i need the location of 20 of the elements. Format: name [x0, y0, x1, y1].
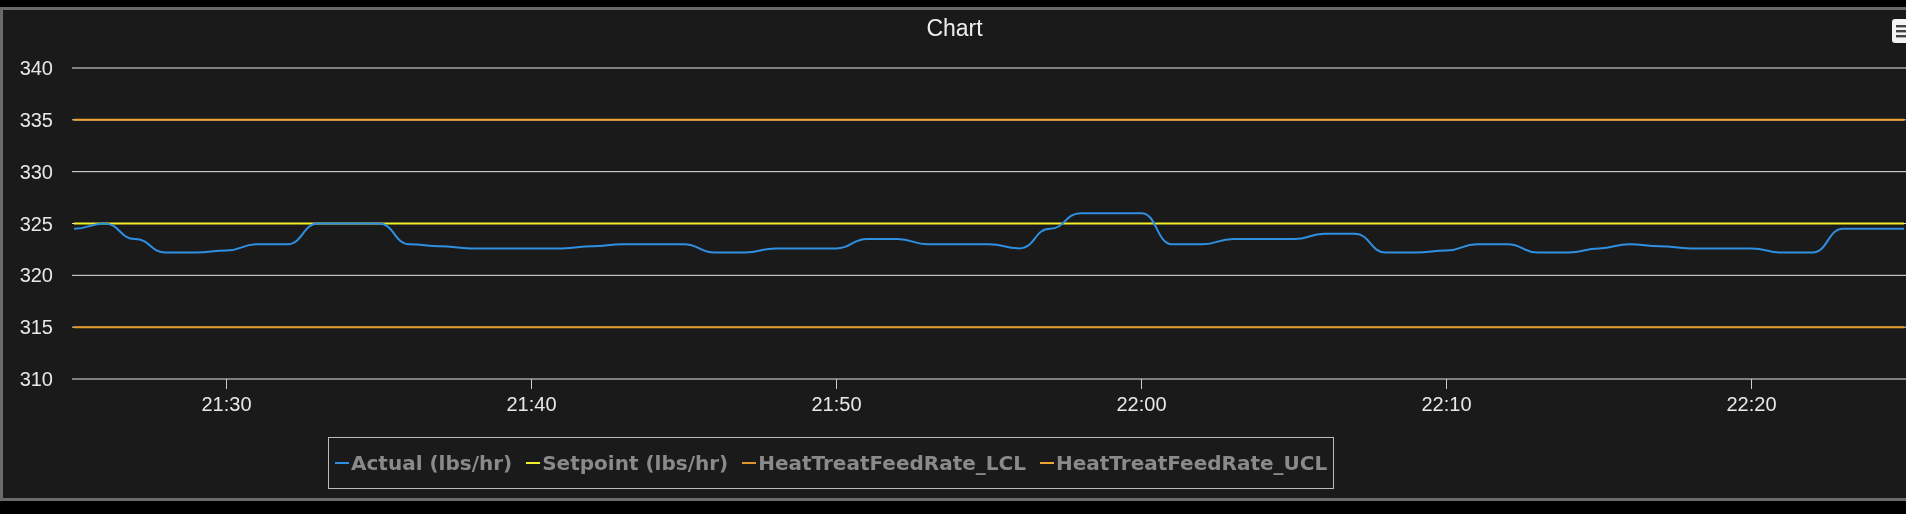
x-axis-label: 21:30 [201, 393, 252, 415]
y-axis-label: 325 [19, 212, 53, 235]
tick-mark [836, 378, 837, 390]
y-axis-label: 310 [19, 368, 53, 390]
y-axis-label: 330 [19, 160, 53, 183]
x-axis-label: 22:10 [1421, 393, 1472, 415]
x-axis-label: 22:00 [1116, 393, 1167, 415]
x-axis-label: 22:20 [1726, 393, 1777, 415]
tick-mark [531, 378, 532, 390]
tick-mark [1446, 378, 1447, 390]
x-axis-label: 21:40 [506, 393, 557, 415]
y-axis-label: 315 [19, 316, 53, 339]
tick-mark [1751, 378, 1752, 390]
y-axis-label: 335 [19, 108, 53, 131]
chart-title: Chart [926, 14, 983, 42]
y-axis-label: 340 [19, 57, 53, 79]
tick-mark [1141, 378, 1142, 390]
y-axis-label: 320 [19, 264, 53, 287]
x-axis-label: 21:50 [811, 393, 862, 415]
tick-mark [226, 378, 227, 390]
